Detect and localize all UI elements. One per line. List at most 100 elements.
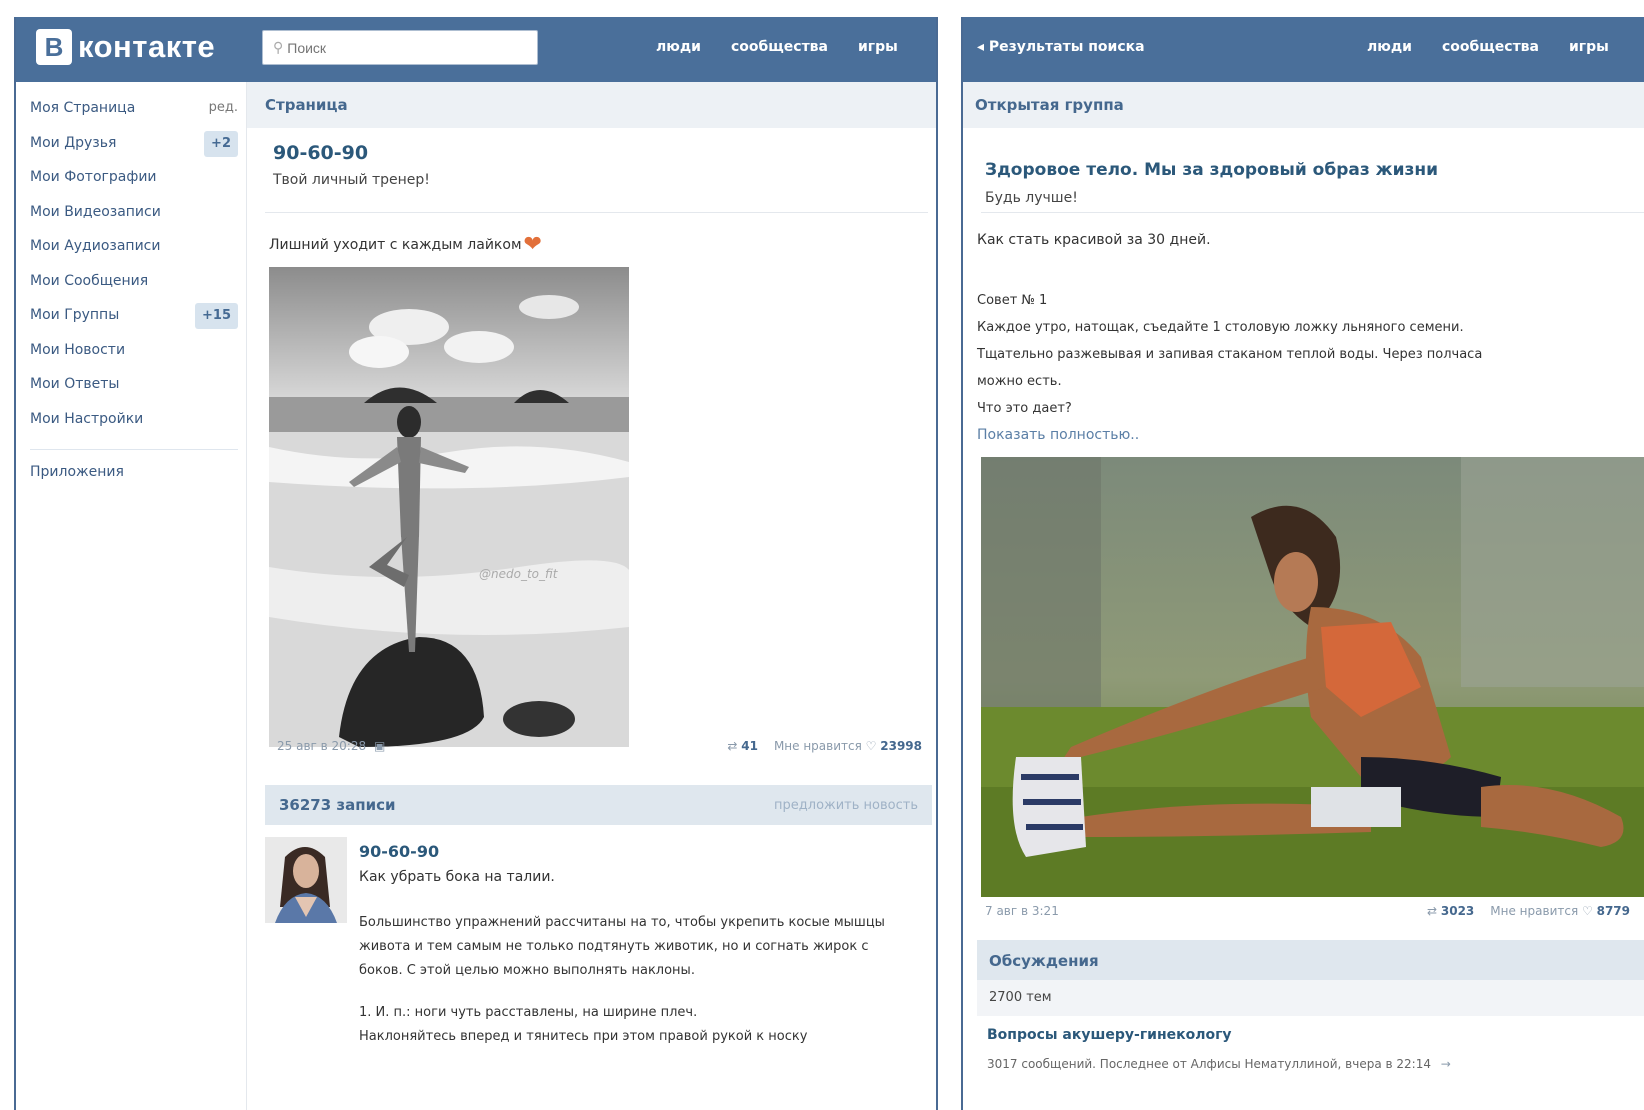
- discussions-header[interactable]: Обсуждения: [977, 940, 1644, 980]
- like-button[interactable]: Мне нравится ♡ 23998: [774, 739, 922, 753]
- back-arrow-icon: ◂: [977, 39, 985, 55]
- sidebar-item-label: Мои Фотографии: [30, 169, 157, 185]
- search-icon: ⚲: [273, 39, 284, 56]
- sidebar-item-audio[interactable]: Мои Аудиозаписи: [30, 234, 246, 269]
- like-label: Мне нравится: [1490, 904, 1579, 918]
- top-nav: люди сообщества игры: [1367, 39, 1609, 55]
- post-date[interactable]: 7 авг в 3:21: [985, 904, 1059, 918]
- heart-outline-icon: ♡: [1582, 904, 1593, 918]
- group-title[interactable]: Здоровое тело. Мы за здоровый образ жизн…: [985, 160, 1438, 180]
- groups-badge: +15: [195, 303, 238, 329]
- post-actions: ⇄ 3023 Мне нравится ♡ 8779: [1427, 904, 1630, 918]
- sidebar-item-label: Мои Настройки: [30, 410, 144, 427]
- group-window: ◂ Результаты поиска люди сообщества игры…: [961, 17, 1644, 1110]
- like-button[interactable]: Мне нравится ♡ 8779: [1490, 904, 1630, 918]
- like-count: 8779: [1596, 904, 1630, 918]
- post2-step: 1. И. п.: ноги чуть расставлены, на шири…: [359, 1005, 698, 1020]
- repost-count: 41: [741, 739, 758, 753]
- divider: [981, 212, 1644, 213]
- sidebar-item-groups[interactable]: Мои Группы +15: [30, 303, 246, 338]
- vk-logo-icon: В: [36, 29, 72, 65]
- tip-line: Тщательно разжевывая и запивая стаканом …: [977, 347, 1483, 362]
- post-photo-stretch[interactable]: [981, 457, 1644, 897]
- repost-icon: ⇄: [727, 739, 738, 753]
- sidebar-item-news[interactable]: Мои Новости: [30, 338, 246, 373]
- edit-link[interactable]: ред.: [209, 96, 238, 120]
- sidebar-item-apps[interactable]: Приложения: [30, 460, 246, 495]
- nav-games[interactable]: игры: [858, 39, 898, 55]
- page-header: 90-60-90 Твой личный тренер!: [273, 142, 430, 188]
- sidebar-item-friends[interactable]: Мои Друзья +2: [30, 130, 246, 166]
- vk-logo-text: контакте: [78, 29, 216, 64]
- tip-line: Каждое утро, натощак, съедайте 1 столову…: [977, 320, 1464, 335]
- sidebar-item-label: Приложения: [30, 464, 124, 480]
- wall-count[interactable]: 36273 записи: [279, 796, 396, 814]
- suggest-news-link[interactable]: предложить новость: [774, 798, 918, 813]
- sidebar-item-label: Моя Страница: [30, 100, 136, 116]
- sidebar-divider: [30, 449, 238, 450]
- discussion-topic[interactable]: Вопросы акушеру-гинекологу: [987, 1027, 1232, 1043]
- sidebar-item-photos[interactable]: Мои Фотографии: [30, 165, 246, 200]
- top-nav: люди сообщества игры: [656, 39, 898, 55]
- show-more-link[interactable]: Показать полностью..: [977, 427, 1139, 443]
- arrow-right-icon[interactable]: →: [1441, 1057, 1451, 1071]
- top-bar: ◂ Результаты поиска люди сообщества игры: [963, 17, 1644, 82]
- post-date-text[interactable]: 25 авг в 20:28: [277, 739, 366, 753]
- repost-icon: ⇄: [1426, 904, 1438, 918]
- search-box[interactable]: ⚲: [262, 30, 538, 65]
- nav-communities[interactable]: сообщества: [731, 39, 828, 55]
- nav-people[interactable]: люди: [1367, 39, 1412, 55]
- repost-count: 3023: [1440, 904, 1475, 918]
- nav-communities[interactable]: сообщества: [1442, 39, 1539, 55]
- group-subtitle: Будь лучше!: [985, 190, 1078, 206]
- group-type-title: Открытая группа: [963, 82, 1644, 128]
- sidebar-item-label: Мои Ответы: [30, 376, 120, 392]
- heart-icon: ❤: [523, 232, 542, 257]
- post-intro: Как стать красивой за 30 дней.: [977, 232, 1211, 248]
- tip-line: Что это дает?: [977, 401, 1072, 416]
- sidebar: Моя Страница ред. Мои Друзья +2 Мои Фотогр…: [16, 82, 246, 495]
- sidebar-item-answers[interactable]: Мои Ответы: [30, 372, 246, 407]
- discussion-meta-text: 3017 сообщений. Последнее от Алфисы Нема…: [987, 1057, 1431, 1071]
- post2-author[interactable]: 90-60-90: [359, 842, 906, 861]
- author-avatar[interactable]: [265, 837, 347, 923]
- page-title[interactable]: 90-60-90: [273, 142, 430, 164]
- discussion-meta: 3017 сообщений. Последнее от Алфисы Нема…: [987, 1057, 1451, 1071]
- vk-logo[interactable]: В контакте: [36, 29, 215, 65]
- profile-window: В контакте ⚲ люди сообщества игры Моя Ст…: [14, 17, 938, 1110]
- sidebar-item-label: Мои Новости: [30, 341, 126, 358]
- avatar-svg: [265, 837, 347, 923]
- heart-outline-icon: ♡: [865, 739, 877, 753]
- post-body: Совет № 1 Каждое утро, натощак, съедайте…: [977, 287, 1482, 422]
- sidebar-item-videos[interactable]: Мои Видеозаписи: [30, 200, 246, 235]
- repost-button[interactable]: ⇄ 41: [727, 739, 758, 753]
- sidebar-item-my-page[interactable]: Моя Страница ред.: [30, 96, 246, 131]
- sidebar-item-messages[interactable]: Мои Сообщения: [30, 269, 246, 304]
- post-text-line: Лишний уходит с каждым лайком: [269, 236, 522, 253]
- post-date: 25 авг в 20:28 ▣: [277, 739, 385, 753]
- main-content: Страница 90-60-90 Твой личный тренер! Ли…: [246, 82, 936, 1110]
- tip-title: Совет № 1: [977, 293, 1048, 308]
- comment-icon[interactable]: ▣: [374, 739, 385, 753]
- like-count: 23998: [880, 739, 922, 753]
- page-section-title: Страница: [247, 82, 936, 128]
- top-bar: В контакте ⚲ люди сообщества игры: [16, 17, 936, 82]
- sidebar-item-settings[interactable]: Мои Настройки: [30, 407, 246, 442]
- post2: 90-60-90 Как убрать бока на талии. Больш…: [359, 842, 906, 1049]
- divider: [265, 212, 928, 213]
- sidebar-item-label: Мои Сообщения: [30, 272, 149, 289]
- discussions-count: 2700 тем: [977, 980, 1644, 1016]
- nav-people[interactable]: люди: [656, 39, 701, 55]
- tip-line: можно есть.: [977, 374, 1062, 389]
- back-to-search[interactable]: ◂ Результаты поиска: [977, 39, 1145, 55]
- post-photo-beach[interactable]: @nedo_to_fit: [269, 267, 629, 747]
- main-content: Открытая группа Здоровое тело. Мы за здо…: [963, 82, 1644, 1110]
- stretch-photo-svg: [981, 457, 1644, 897]
- sidebar-item-label: Мои Друзья: [30, 134, 117, 151]
- repost-button[interactable]: ⇄ 3023: [1427, 904, 1474, 918]
- sidebar-item-label: Мои Аудиозаписи: [30, 238, 161, 254]
- post2-step-cont: Наклоняйтесь вперед и тянитесь при этом …: [359, 1029, 808, 1044]
- post2-paragraph: Большинство упражнений рассчитаны на то,…: [359, 915, 885, 978]
- nav-games[interactable]: игры: [1569, 39, 1609, 55]
- search-input[interactable]: [287, 39, 518, 56]
